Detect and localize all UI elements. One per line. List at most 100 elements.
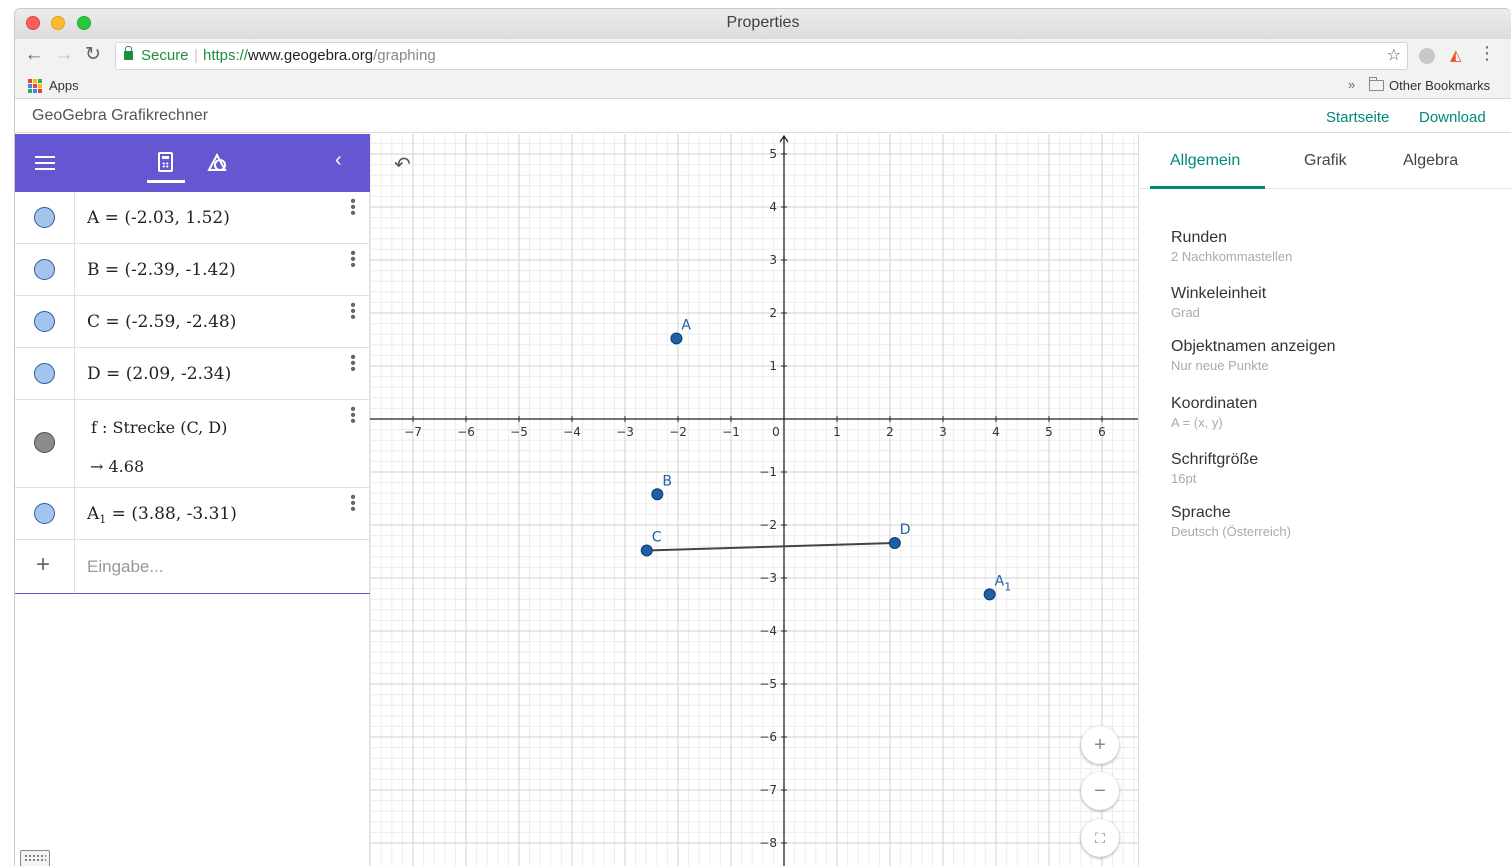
algebra-toolbar: ‹	[15, 134, 370, 192]
row-more-menu-icon[interactable]: • • •	[346, 402, 360, 430]
setting-schriftgroesse[interactable]: Schriftgröße 16pt	[1171, 451, 1258, 486]
x-tick-label: −1	[722, 425, 740, 439]
address-bar[interactable]: Secure | https://www.geogebra.org/graphi…	[115, 42, 1408, 70]
row-more-menu-icon[interactable]: • • •	[346, 246, 360, 274]
x-tick-label: 2	[886, 425, 894, 439]
back-arrow-icon[interactable]: ←	[23, 44, 45, 66]
algebra-expression[interactable]: B = (-2.39, -1.42)	[87, 260, 236, 280]
x-tick-label: −7	[404, 425, 422, 439]
bookmarks-overflow-button[interactable]: »	[1348, 77, 1355, 92]
y-tick-label: −5	[759, 677, 777, 691]
url-separator: |	[194, 47, 198, 64]
setting-sprache[interactable]: Sprache Deutsch (Österreich)	[1171, 504, 1291, 539]
row-more-menu-icon[interactable]: • • •	[346, 490, 360, 518]
algebra-row-A1[interactable]: A1 = (3.88, -3.31) • • •	[15, 488, 370, 540]
tab-algebra[interactable]: Algebra	[1403, 152, 1458, 170]
browser-window: Properties ← → ↻ Secure | https://www.ge…	[14, 8, 1511, 866]
algebra-expression[interactable]: D = (2.09, -2.34)	[87, 364, 231, 384]
algebra-output-value: → 4.68	[90, 457, 145, 476]
url-host: www.geogebra.org	[248, 47, 374, 64]
setting-runden[interactable]: Runden 2 Nachkommastellen	[1171, 229, 1292, 264]
x-tick-label: 1	[833, 425, 841, 439]
row-more-menu-icon[interactable]: • • •	[346, 298, 360, 326]
point-label: C	[652, 529, 662, 545]
bookmark-star-icon[interactable]: ☆	[1387, 43, 1401, 69]
x-tick-label: 3	[939, 425, 947, 439]
x-tick-label: −6	[457, 425, 475, 439]
plus-icon[interactable]: +	[36, 551, 50, 579]
algebra-expression[interactable]: C = (-2.59, -2.48)	[87, 312, 236, 332]
algebra-expression[interactable]: A = (-2.03, 1.52)	[87, 208, 230, 228]
zoom-out-button[interactable]: −	[1081, 772, 1119, 810]
collapse-chevron-icon[interactable]: ‹	[335, 149, 342, 172]
url-text: https://www.geogebra.org/graphing	[203, 43, 436, 69]
y-tick-label: −6	[759, 730, 777, 744]
algebra-row-f[interactable]: f : Strecke (C, D) → 4.68 • • •	[15, 400, 370, 488]
title-bar: Properties	[15, 9, 1511, 39]
y-tick-label: −1	[759, 465, 777, 479]
x-tick-label: 5	[1045, 425, 1053, 439]
algebra-row-A[interactable]: A = (-2.03, 1.52) • • •	[15, 192, 370, 244]
tab-grafik[interactable]: Grafik	[1304, 152, 1347, 170]
point-label: D	[900, 522, 911, 538]
point-B[interactable]	[651, 488, 664, 501]
tab-allgemein[interactable]: Allgemein	[1170, 152, 1240, 170]
other-bookmarks[interactable]: Other Bookmarks	[1389, 78, 1490, 93]
row-more-menu-icon[interactable]: • • •	[346, 194, 360, 222]
undo-icon[interactable]: ↶	[394, 152, 411, 177]
algebra-calculator-icon[interactable]	[158, 152, 173, 172]
startseite-link[interactable]: Startseite	[1326, 109, 1389, 126]
zoom-in-button[interactable]: +	[1081, 726, 1119, 764]
algebra-row-C[interactable]: C = (-2.59, -2.48) • • •	[15, 296, 370, 348]
point-C[interactable]	[640, 544, 653, 557]
algebra-expression[interactable]: A1 = (3.88, -3.31)	[87, 504, 237, 526]
algebra-expression[interactable]: f : Strecke (C, D)	[91, 418, 227, 437]
reload-icon[interactable]: ↻	[82, 44, 104, 66]
standard-view-button[interactable]: ⛶	[1081, 819, 1119, 857]
extension-icon[interactable]	[1419, 48, 1435, 64]
active-tab-indicator	[147, 180, 185, 183]
row-more-menu-icon[interactable]: • • •	[346, 350, 360, 378]
browser-menu-icon[interactable]: ⋮	[1478, 43, 1496, 64]
menu-hamburger-icon[interactable]	[35, 156, 55, 170]
point-label: A	[681, 317, 691, 333]
algebra-input-field[interactable]: Eingabe...	[87, 557, 164, 577]
visibility-toggle[interactable]	[34, 207, 55, 228]
y-tick-label: 3	[769, 253, 777, 267]
url-path: /graphing	[373, 47, 436, 64]
setting-winkeleinheit[interactable]: Winkeleinheit Grad	[1171, 285, 1266, 320]
algebra-row-D[interactable]: D = (2.09, -2.34) • • •	[15, 348, 370, 400]
forward-arrow-icon[interactable]: →	[53, 44, 75, 66]
browser-toolbar: ← → ↻ Secure | https://www.geogebra.org/…	[15, 39, 1511, 73]
y-tick-label: 1	[769, 359, 777, 373]
folder-icon	[1369, 77, 1384, 91]
setting-objektnamen[interactable]: Objektnamen anzeigen Nur neue Punkte	[1171, 338, 1336, 373]
setting-koordinaten[interactable]: Koordinaten A = (x, y)	[1171, 395, 1257, 430]
visibility-toggle[interactable]	[34, 503, 55, 524]
y-tick-label: −4	[759, 624, 777, 638]
y-tick-label: 5	[769, 147, 777, 161]
point-D[interactable]	[888, 537, 901, 550]
y-tick-label: 4	[769, 200, 777, 214]
x-tick-label: 0	[772, 425, 780, 439]
tools-geometry-icon[interactable]	[205, 150, 229, 174]
point-A[interactable]	[670, 332, 683, 345]
visibility-toggle[interactable]	[34, 259, 55, 280]
graphics-view[interactable]: −7 −6 −5 −4 −3 −2 −1 0 1 2 3 4 5 6 5 4 3 2 1 −1 −2 −3 −4 −5 −6 −7…	[370, 134, 1138, 866]
point-A1[interactable]	[983, 588, 996, 601]
algebra-row-B[interactable]: B = (-2.39, -1.42) • • •	[15, 244, 370, 296]
apps-grid-icon[interactable]	[28, 79, 42, 93]
extension-icon-2[interactable]: ◭	[1450, 46, 1462, 64]
visibility-toggle[interactable]	[34, 432, 55, 453]
x-tick-label: −2	[669, 425, 687, 439]
apps-bookmark[interactable]: Apps	[49, 78, 79, 93]
visibility-toggle[interactable]	[34, 311, 55, 332]
x-tick-label: 6	[1098, 425, 1106, 439]
y-tick-label: 2	[769, 306, 777, 320]
segment-f	[646, 542, 895, 552]
visibility-toggle[interactable]	[34, 363, 55, 384]
coordinate-plane[interactable]: −7 −6 −5 −4 −3 −2 −1 0 1 2 3 4 5 6 5 4 3 2 1 −1 −2 −3 −4 −5 −6 −7…	[370, 134, 1138, 866]
algebra-input-row[interactable]: + Eingabe...	[15, 540, 370, 594]
download-link[interactable]: Download	[1419, 109, 1486, 126]
keyboard-icon[interactable]	[20, 850, 50, 866]
